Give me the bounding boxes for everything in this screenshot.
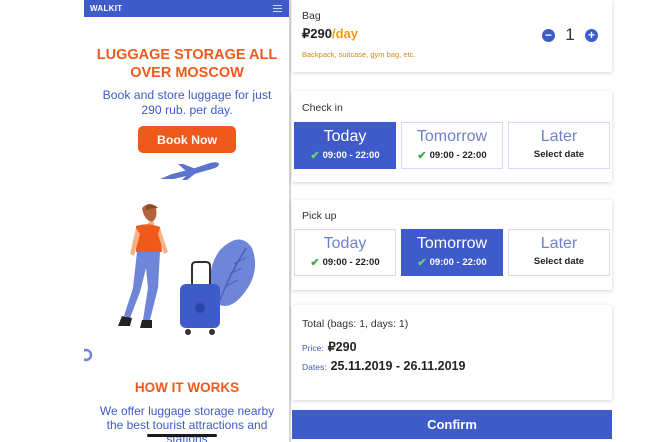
loading-spinner-icon <box>84 348 93 362</box>
hamburger-menu-icon[interactable] <box>273 5 282 12</box>
how-it-works-title: HOW IT WORKS <box>134 380 240 395</box>
option-hours: 09:00 - 22:00 <box>429 150 487 161</box>
pickup-label: Pick up <box>302 210 337 222</box>
dates-label: Dates: <box>302 362 327 372</box>
option-select-date: Select date <box>533 256 585 267</box>
landing-panel: WALKIT LUGGAGE STORAGE ALL OVER MOSCOW B… <box>84 0 290 442</box>
option-name: Later <box>540 128 578 145</box>
option-name: Today <box>323 235 367 252</box>
price-amount: ₽290 <box>302 26 332 41</box>
minus-icon[interactable]: − <box>542 28 555 42</box>
home-indicator <box>147 434 217 437</box>
checkin-option-today[interactable]: Today ✔ 09:00 - 22:00 <box>294 122 396 169</box>
option-hours: 09:00 - 22:00 <box>322 257 380 268</box>
total-price-row: Price: ₽290 <box>302 339 357 354</box>
plus-icon[interactable]: + <box>585 28 598 42</box>
option-hours: 09:00 - 22:00 <box>322 150 380 161</box>
traveler-illustration <box>118 204 256 335</box>
total-dates-row: Dates: 25.11.2019 - 26.11.2019 <box>302 359 465 373</box>
option-name: Later <box>540 235 578 252</box>
checkin-option-tomorrow[interactable]: Tomorrow ✔ 09:00 - 22:00 <box>401 122 503 169</box>
bag-card: Bag ₽290/day Backpack, suitcase, gym bag… <box>292 0 612 72</box>
hero-subtitle: Book and store luggage for just 290 rub.… <box>102 88 272 117</box>
hero-title: LUGGAGE STORAGE ALL OVER MOSCOW <box>96 47 278 81</box>
checkmark-icon: ✔ <box>417 150 427 162</box>
pickup-options: Today ✔ 09:00 - 22:00 Tomorrow ✔ 09:00 - 2… <box>294 229 610 276</box>
checkin-label: Check in <box>302 102 343 114</box>
dates-value: 25.11.2019 - 26.11.2019 <box>330 359 466 373</box>
pickup-card: Pick up Today ✔ 09:00 - 22:00 Tomorrow ✔ 0… <box>292 200 612 290</box>
confirm-button[interactable]: Confirm <box>292 410 612 439</box>
checkmark-icon: ✔ <box>310 150 320 162</box>
price-value: ₽290 <box>327 340 357 354</box>
option-select-date: Select date <box>533 149 585 160</box>
top-bar: WALKIT <box>84 0 290 17</box>
option-name: Tomorrow <box>416 235 488 252</box>
price-label: Price: <box>302 343 324 353</box>
airplane-icon <box>160 162 219 180</box>
checkmark-icon: ✔ <box>310 257 320 269</box>
checkin-option-later[interactable]: Later Select date <box>508 122 610 169</box>
quantity-value: 1 <box>565 25 575 44</box>
pickup-option-today[interactable]: Today ✔ 09:00 - 22:00 <box>294 229 396 276</box>
checkin-card: Check in Today ✔ 09:00 - 22:00 Tomorrow ✔… <box>292 91 612 182</box>
bag-label: Bag <box>302 10 321 22</box>
total-heading: Total (bags: 1, days: 1) <box>302 318 409 330</box>
quantity-stepper: − 1 + <box>542 25 598 45</box>
option-hours: 09:00 - 22:00 <box>429 257 487 268</box>
brand-logo[interactable]: WALKIT <box>90 4 122 13</box>
bag-price: ₽290/day <box>302 26 358 42</box>
option-name: Today <box>323 128 367 145</box>
total-card: Total (bags: 1, days: 1) Price: ₽290 Dat… <box>292 305 612 400</box>
price-period: /day <box>331 26 358 41</box>
pickup-option-tomorrow[interactable]: Tomorrow ✔ 09:00 - 22:00 <box>401 229 503 276</box>
option-name: Tomorrow <box>416 128 488 145</box>
book-now-button[interactable]: Book Now <box>138 126 236 153</box>
bag-description: Backpack, suitcase, gym bag, etc. <box>302 50 416 59</box>
checkmark-icon: ✔ <box>417 257 427 269</box>
checkin-options: Today ✔ 09:00 - 22:00 Tomorrow ✔ 09:00 - 2… <box>294 122 610 169</box>
pickup-option-later[interactable]: Later Select date <box>508 229 610 276</box>
panel-divider <box>289 0 291 442</box>
